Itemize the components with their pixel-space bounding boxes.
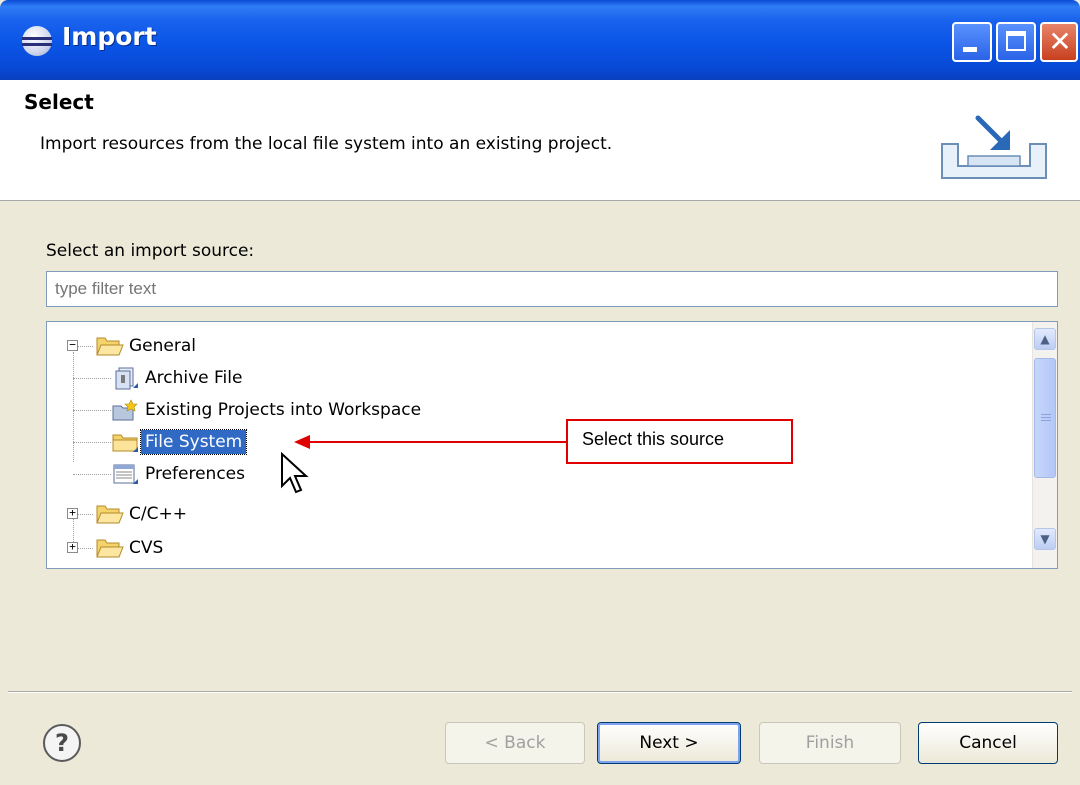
tree-connector [73,442,111,443]
callout-box: Select this source [566,419,793,464]
collapse-general-toggle[interactable]: − [67,339,78,351]
import-wizard-icon [941,115,1047,179]
tree-item-label: General [129,336,196,356]
title-bar[interactable]: Import ✕ [0,0,1080,80]
tree-item-file-system[interactable]: File System [111,427,248,457]
back-button[interactable]: < Back [445,722,585,764]
tree-connector [73,352,74,462]
tree-connector [73,474,111,475]
expand-cvs-toggle[interactable]: + [67,541,78,553]
cancel-button[interactable]: Cancel [918,722,1058,764]
close-button[interactable]: ✕ [1040,22,1078,62]
tree-item-label: CVS [129,538,164,558]
page-description: Import resources from the local file sys… [40,134,613,154]
import-source-label: Select an import source: [46,241,255,261]
vertical-scrollbar[interactable]: ▲ ▼ [1032,322,1057,568]
archive-file-icon [115,367,138,390]
tree-item-existing-projects[interactable]: Existing Projects into Workspace [111,395,425,425]
preferences-icon [113,464,138,484]
tree-item-label: C/C++ [129,504,187,524]
wizard-body: Select an import source: − General [8,201,1076,785]
minimize-button[interactable] [952,22,992,62]
footer-divider [8,691,1072,693]
finish-button[interactable]: Finish [759,722,901,764]
folder-open-icon [96,505,124,524]
tree-item-archive-file[interactable]: Archive File [111,363,246,393]
tree-connector [73,410,111,411]
existing-projects-icon [112,399,138,421]
eclipse-logo-icon [22,26,52,56]
tree-item-label: File System [139,429,248,455]
callout-arrow [294,435,566,449]
tree-item-preferences[interactable]: Preferences [111,459,249,489]
tree-connector [73,378,111,379]
page-title: Select [24,90,94,114]
window-title: Import [62,22,157,51]
help-button[interactable]: ? [43,724,81,762]
tree-item-cpp[interactable]: C/C++ [95,499,191,529]
folder-open-icon [96,337,124,356]
filter-input[interactable] [46,271,1058,307]
tree-item-label: Preferences [145,464,245,484]
mouse-cursor-icon [281,452,309,494]
scroll-up-button[interactable]: ▲ [1034,328,1056,350]
tree-item-label: Archive File [145,368,243,388]
scroll-thumb[interactable] [1034,358,1056,478]
wizard-header: Select Import resources from the local f… [0,80,1080,201]
folder-icon [112,434,138,452]
import-dialog: Import ✕ Select Import resources from th… [0,0,1080,785]
next-button[interactable]: Next > [597,722,741,764]
folder-open-icon [96,539,124,558]
tree-item-general[interactable]: General [95,331,200,361]
scroll-down-button[interactable]: ▼ [1034,528,1056,550]
tree-item-label: Existing Projects into Workspace [145,400,422,420]
maximize-button[interactable] [996,22,1036,62]
tree-item-cvs[interactable]: CVS [95,533,167,563]
close-icon: ✕ [1048,25,1072,58]
expand-cpp-toggle[interactable]: + [67,507,78,519]
